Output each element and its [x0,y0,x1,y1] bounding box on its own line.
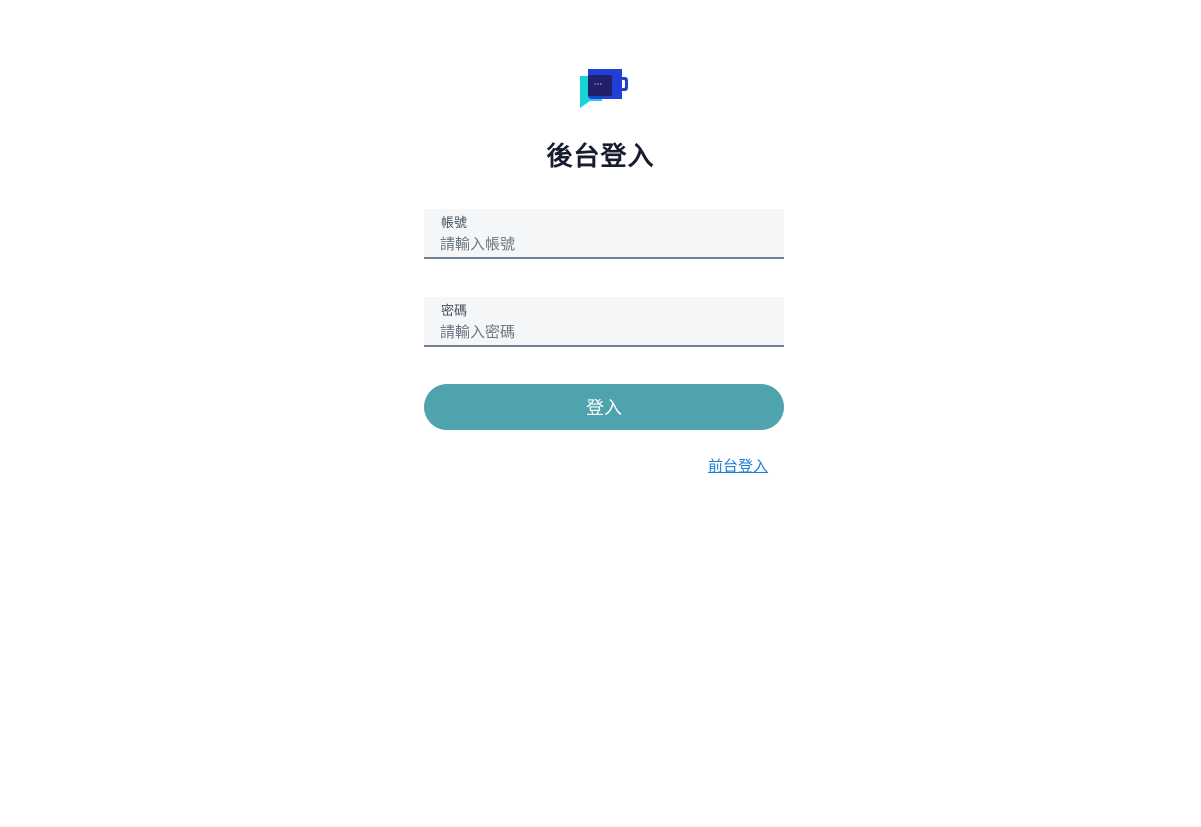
login-page: ··· 後台登入 帳號 密碼 登入 前台登入 [0,0,1201,827]
login-button[interactable]: 登入 [424,384,784,430]
account-input[interactable] [440,233,760,255]
chat-cup-logo-icon: ··· [580,69,628,108]
logo-bubble-dots: ··· [594,80,603,90]
password-label: 密碼 [441,304,468,319]
password-input[interactable] [440,321,760,343]
password-field[interactable]: 密碼 [424,297,784,347]
account-label: 帳號 [441,216,468,231]
frontend-login-link[interactable]: 前台登入 [708,455,768,476]
page-title: 後台登入 [546,142,655,172]
account-field[interactable]: 帳號 [424,209,784,259]
